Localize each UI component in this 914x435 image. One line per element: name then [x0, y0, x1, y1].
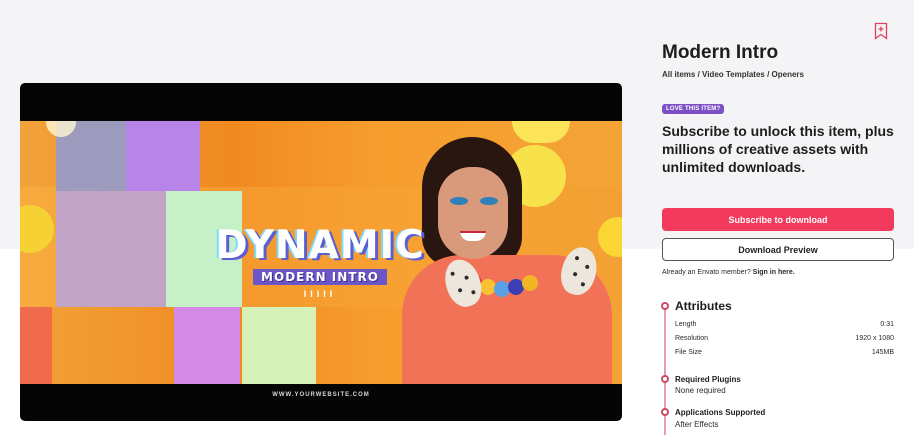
attribute-row: File Size 145MB — [675, 349, 894, 356]
attribute-label: Length — [675, 321, 697, 328]
required-plugins-value: None required — [675, 386, 726, 395]
dot — [574, 255, 580, 261]
attribute-label: Resolution — [675, 335, 709, 342]
attribute-value: 0:31 — [880, 321, 894, 328]
color-block — [20, 307, 52, 384]
dot — [463, 275, 470, 281]
dot — [457, 287, 463, 293]
video-title-sub: MODERN INTRO — [253, 269, 387, 285]
color-block — [56, 191, 166, 307]
dot — [580, 281, 586, 287]
applications-heading: Applications Supported — [675, 408, 766, 417]
love-badge: LOVE THIS ITEM? — [662, 104, 725, 114]
subscribe-pitch: Subscribe to unlock this item, plus mill… — [662, 123, 894, 175]
signin-link[interactable]: Sign in here. — [753, 269, 795, 276]
video-title-bars: IIIII — [303, 289, 337, 299]
required-plugins-heading: Required Plugins — [675, 375, 741, 384]
dot — [470, 289, 476, 295]
attribute-row: Resolution 1920 x 1080 — [675, 335, 894, 342]
subscribe-button[interactable]: Subscribe to download — [662, 208, 894, 231]
breadcrumb-separator: / — [695, 70, 703, 79]
video-title: DYNAMIC MODERN INTRO IIIII — [214, 223, 426, 299]
color-block — [174, 307, 240, 384]
attribute-value: 1920 x 1080 — [855, 335, 894, 342]
item-title: Modern Intro — [662, 42, 779, 63]
breadcrumb-separator: / — [764, 70, 772, 79]
breadcrumb-video-templates[interactable]: Video Templates — [702, 70, 765, 79]
bookmark-plus-icon[interactable] — [874, 22, 888, 40]
attributes-heading: Attributes — [675, 299, 732, 313]
breadcrumb-all-items[interactable]: All items — [662, 70, 695, 79]
woman-figure — [392, 131, 622, 384]
bead — [522, 275, 538, 291]
timeline-dot — [661, 302, 669, 310]
eye — [480, 197, 498, 205]
video-preview[interactable]: DYNAMIC MODERN INTRO IIIII WWW.YOURWEBSI… — [20, 83, 622, 421]
applications-value: After Effects — [675, 420, 719, 429]
attribute-row: Length 0:31 — [675, 321, 894, 328]
face — [438, 167, 508, 259]
member-signin: Already an Envato member? Sign in here. — [662, 269, 795, 276]
video-title-main: DYNAMIC — [215, 223, 425, 268]
dot — [572, 271, 578, 277]
timeline-dot — [661, 408, 669, 416]
dot — [450, 271, 456, 277]
color-block — [126, 121, 200, 191]
item-page: DYNAMIC MODERN INTRO IIIII WWW.YOURWEBSI… — [0, 0, 914, 435]
attribute-value: 145MB — [871, 349, 894, 356]
dot — [584, 264, 590, 270]
download-preview-button[interactable]: Download Preview — [662, 238, 894, 261]
video-frame: DYNAMIC MODERN INTRO IIIII — [20, 121, 622, 384]
eye — [450, 197, 468, 205]
attribute-label: File Size — [675, 349, 702, 356]
video-website: WWW.YOURWEBSITE.COM — [272, 392, 370, 398]
color-block — [242, 307, 316, 384]
timeline-dot — [661, 375, 669, 383]
breadcrumb: All items / Video Templates / Openers — [662, 70, 804, 79]
breadcrumb-openers[interactable]: Openers — [772, 70, 804, 79]
member-prefix: Already an Envato member? — [662, 269, 751, 276]
